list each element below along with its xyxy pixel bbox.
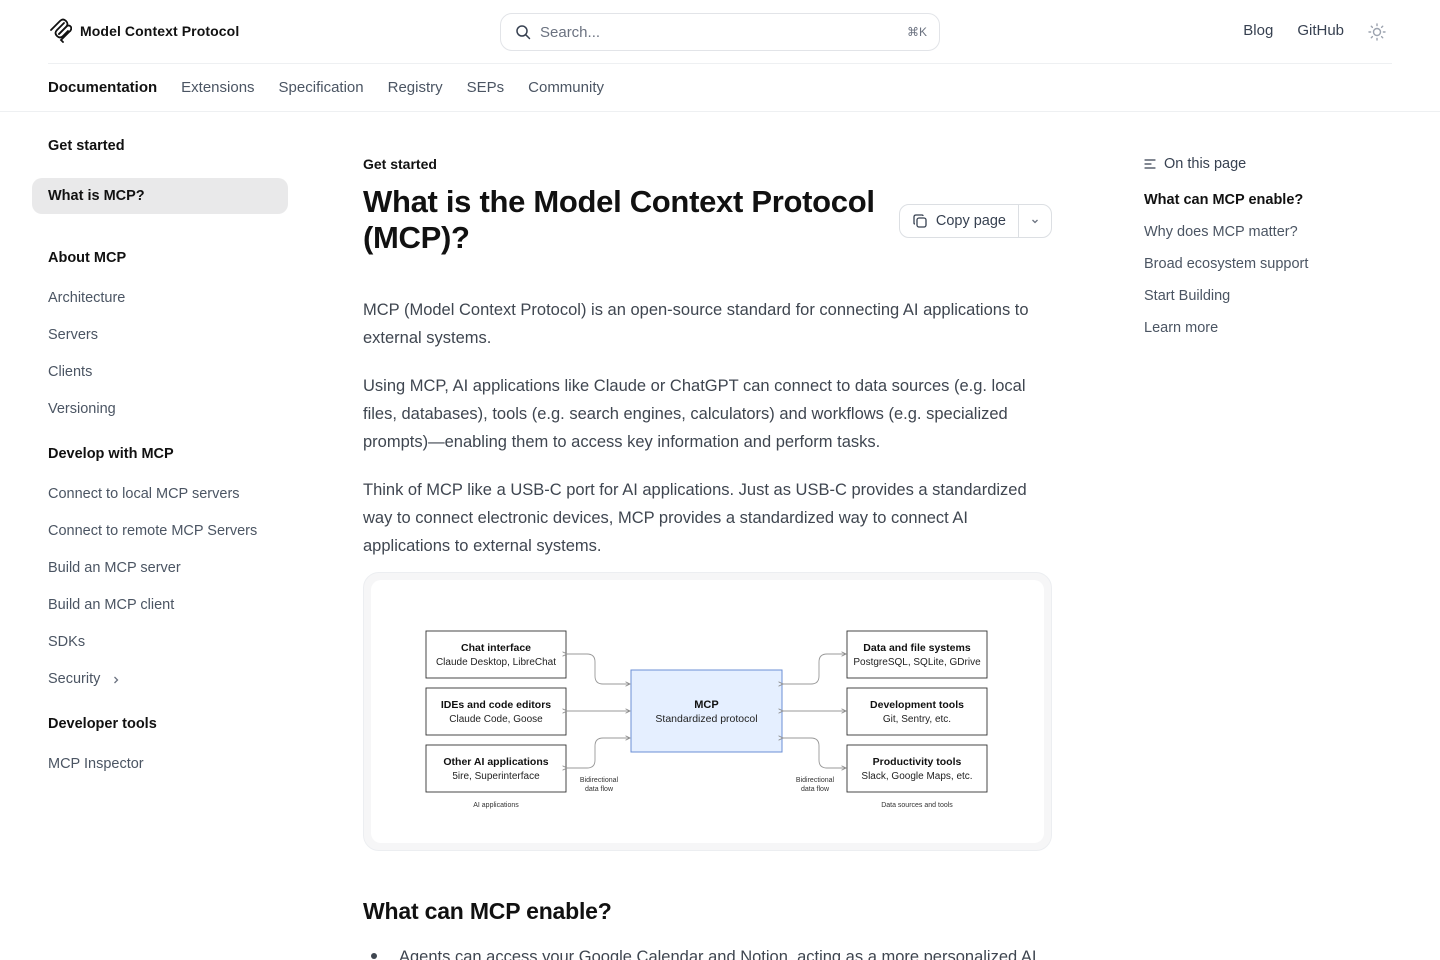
box-chat-title: Chat interface [461, 642, 531, 654]
copy-page-main[interactable]: Copy page [900, 205, 1019, 237]
toc-item-what-can-mcp-enable[interactable]: What can MCP enable? [1144, 190, 1404, 222]
breadcrumb: Get started [363, 156, 437, 172]
box-other-ai [425, 744, 567, 793]
box-mcp-title: MCP [694, 699, 718, 711]
box-data-files [846, 630, 988, 679]
flow-label-right-1: Bidirectional [796, 777, 835, 784]
flow-label-left-2: data flow [585, 786, 614, 793]
sidebar-group-develop: Develop with MCP [48, 446, 174, 462]
toc-item-why-mcp-matters[interactable]: Why does MCP matter? [1144, 222, 1404, 254]
box-data-files-title: Data and file systems [863, 642, 971, 654]
copy-icon [913, 214, 927, 228]
caption-data-sources: Data sources and tools [881, 802, 953, 809]
list-item-text: Agents can access your Google Calendar a… [399, 948, 1037, 960]
sidebar-item-what-is-mcp[interactable]: What is MCP? [32, 178, 288, 214]
box-productivity-sub: Slack, Google Maps, etc. [861, 771, 972, 782]
flow-label-left-1: Bidirectional [580, 777, 619, 784]
box-ides-title: IDEs and code editors [441, 699, 551, 711]
sidebar-group-about-mcp: About MCP [48, 250, 127, 266]
tab-extensions[interactable]: Extensions [181, 64, 254, 112]
diagram-svg: Chat interface Claude Desktop, LibreChat… [425, 630, 988, 809]
list-item: Agents can access your Google Calendar a… [363, 948, 1052, 960]
section-heading: What can MCP enable? [363, 898, 612, 924]
nav-tabs: Documentation Extensions Specification R… [48, 64, 628, 112]
sidebar-item-architecture[interactable]: Architecture [32, 280, 288, 317]
box-dev-tools-sub: Git, Sentry, etc. [883, 714, 951, 725]
diagram-canvas: Chat interface Claude Desktop, LibreChat… [371, 580, 1044, 843]
sidebar-item-mcp-inspector[interactable]: MCP Inspector [32, 746, 288, 783]
toc-item-ecosystem[interactable]: Broad ecosystem support [1144, 254, 1404, 286]
github-link[interactable]: GitHub [1297, 22, 1344, 39]
top-header: Model Context Protocol Search... ⌘K Blog… [0, 0, 1440, 64]
table-of-contents: On this page What can MCP enable? Why do… [1144, 154, 1404, 350]
left-connectors [567, 654, 630, 768]
copy-page-label: Copy page [935, 213, 1006, 229]
search-shortcut: ⌘K [906, 25, 927, 39]
flow-label-right-2: data flow [801, 786, 830, 793]
toc-item-learn-more[interactable]: Learn more [1144, 318, 1404, 350]
intro-paragraph: MCP (Model Context Protocol) is an open-… [363, 301, 1029, 347]
caption-ai-applications: AI applications [473, 802, 519, 809]
tab-documentation[interactable]: Documentation [48, 64, 158, 112]
box-mcp [630, 669, 783, 753]
sidebar-item-servers[interactable]: Servers [32, 317, 288, 354]
box-dev-tools [846, 687, 988, 736]
header-links: Blog GitHub [1243, 20, 1392, 41]
right-connectors [783, 654, 846, 768]
box-dev-tools-title: Development tools [870, 699, 964, 711]
box-ides-sub: Claude Code, Goose [449, 714, 543, 725]
tab-registry[interactable]: Registry [388, 64, 443, 112]
sidebar-item-security[interactable]: Security [32, 661, 288, 698]
header-inner: Model Context Protocol Search... ⌘K Blog… [48, 0, 1392, 64]
page-title: What is the Model Context Protocol (MCP)… [363, 184, 875, 255]
sun-icon[interactable] [1368, 23, 1386, 41]
search-placeholder: Search... [540, 23, 601, 41]
title-row: What is the Model Context Protocol (MCP)… [363, 176, 1052, 296]
box-other-ai-title: Other AI applications [443, 756, 548, 768]
tabs-divider [0, 111, 1440, 112]
usage-paragraph: Using MCP, AI applications like Claude o… [363, 377, 1026, 451]
chevron-right-icon [114, 676, 119, 683]
tab-seps[interactable]: SEPs [467, 64, 505, 112]
sidebar-item-clients[interactable]: Clients [32, 354, 288, 391]
box-data-files-sub: PostgreSQL, SQLite, GDrive [853, 657, 981, 668]
sidebar-nav: Get started What is MCP? About MCP Archi… [32, 136, 288, 783]
copy-page-button[interactable]: Copy page [898, 204, 1052, 238]
copy-page-dropdown[interactable] [1019, 205, 1051, 237]
sidebar-item-build-server[interactable]: Build an MCP server [32, 550, 288, 587]
sidebar-item-sdks[interactable]: SDKs [32, 624, 288, 661]
sidebar-item-build-client[interactable]: Build an MCP client [32, 587, 288, 624]
architecture-diagram: Chat interface Claude Desktop, LibreChat… [363, 572, 1052, 851]
box-chat-interface [425, 630, 567, 679]
sidebar-item-security-label: Security [48, 671, 101, 687]
blog-link[interactable]: Blog [1243, 22, 1273, 39]
bullet-dot [371, 953, 377, 959]
toc-heading: On this page [1144, 154, 1404, 174]
usbc-paragraph: Think of MCP like a USB-C port for AI ap… [363, 481, 1027, 555]
tab-community[interactable]: Community [528, 64, 604, 112]
tab-specification[interactable]: Specification [279, 64, 364, 112]
box-chat-sub: Claude Desktop, LibreChat [436, 657, 556, 668]
sidebar-group-get-started: Get started [48, 138, 125, 154]
toc-item-start-building[interactable]: Start Building [1144, 286, 1404, 318]
main-content: Get started What is the Model Context Pr… [363, 152, 1052, 960]
sidebar-item-versioning[interactable]: Versioning [32, 391, 288, 428]
box-productivity [846, 744, 988, 793]
search-icon [516, 25, 531, 40]
sidebar-group-developer-tools: Developer tools [48, 716, 157, 732]
box-productivity-title: Productivity tools [873, 756, 962, 768]
sidebar-item-connect-local[interactable]: Connect to local MCP servers [32, 476, 288, 513]
chevron-down-icon [1032, 219, 1038, 224]
brand-link[interactable]: Model Context Protocol [48, 18, 239, 44]
box-other-ai-sub: 5ire, Superinterface [452, 771, 540, 782]
search-input[interactable]: Search... ⌘K [500, 13, 940, 51]
sidebar-item-connect-remote[interactable]: Connect to remote MCP Servers [32, 513, 288, 550]
mcp-logo-icon [50, 18, 72, 43]
list-icon [1144, 159, 1156, 169]
toc-heading-label: On this page [1164, 156, 1247, 172]
box-ides [425, 687, 567, 736]
box-mcp-sub: Standardized protocol [655, 713, 757, 725]
brand-name: Model Context Protocol [80, 23, 240, 39]
